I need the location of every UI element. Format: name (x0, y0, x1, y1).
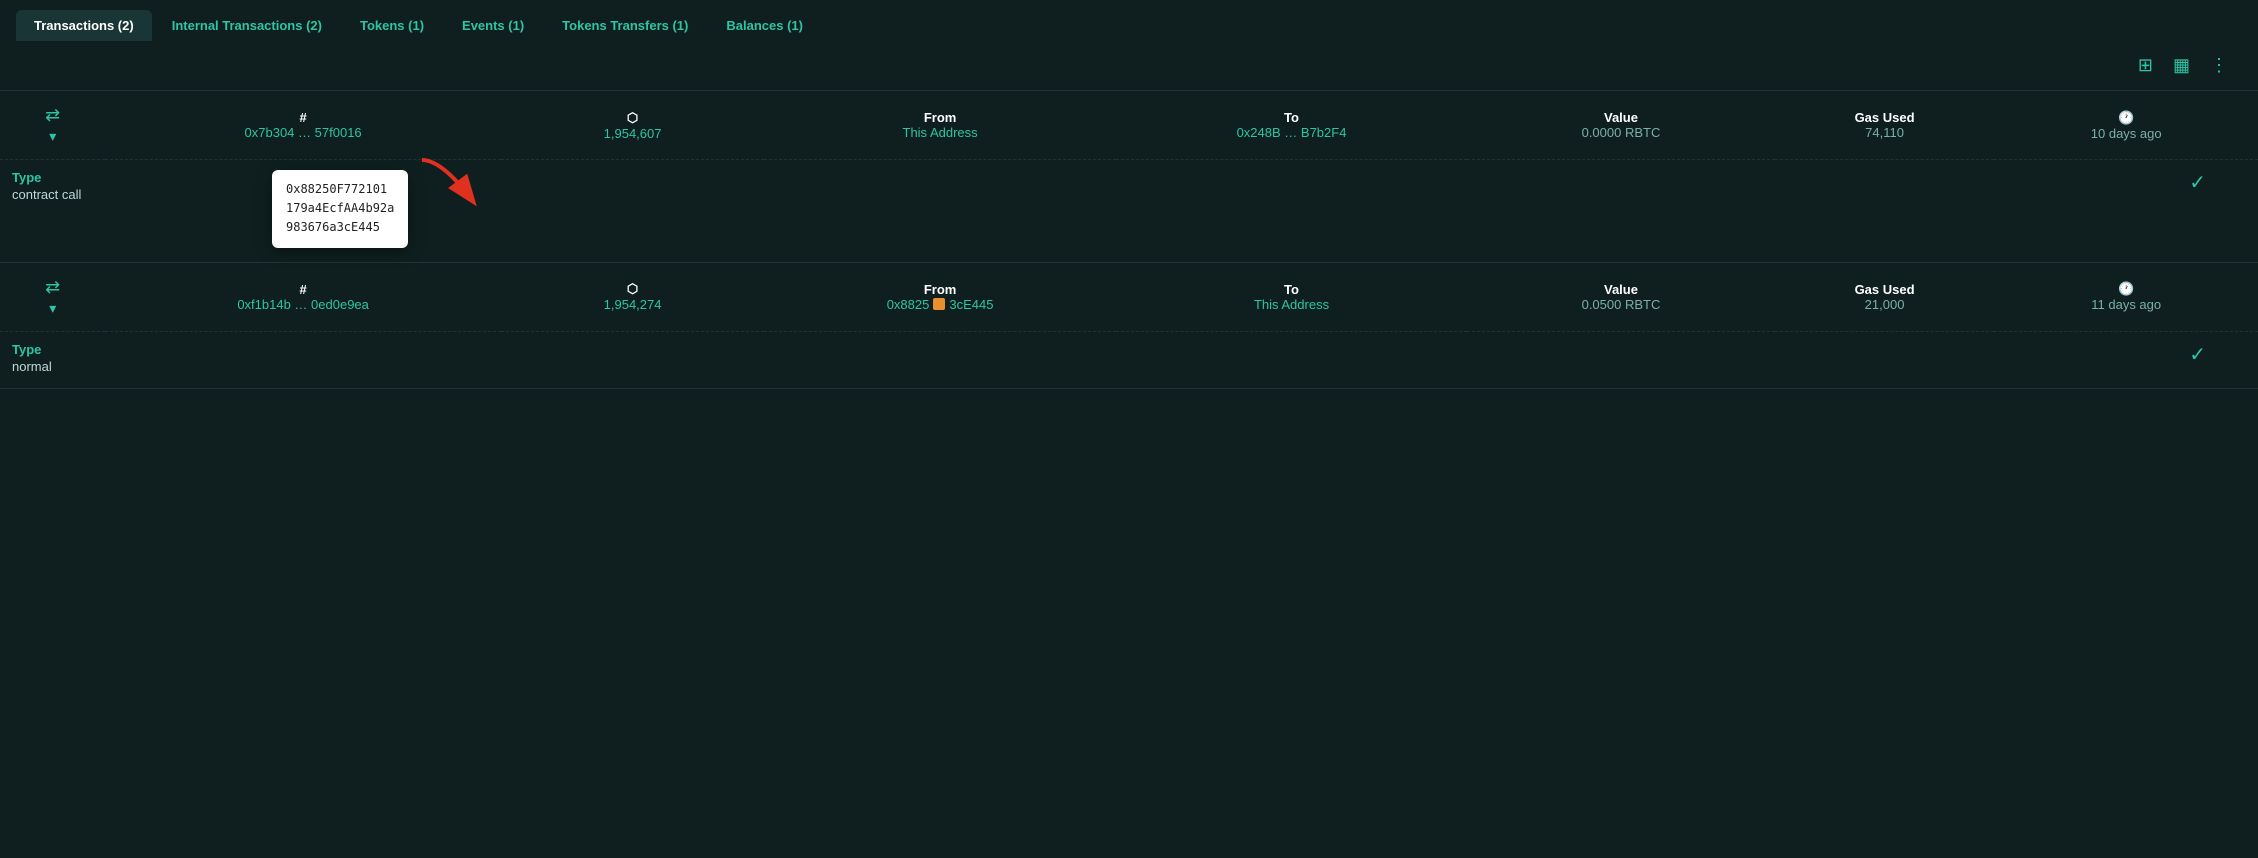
tab-balances[interactable]: Balances (1) (708, 10, 821, 41)
tab-transactions[interactable]: Transactions (2) (16, 10, 152, 41)
transactions-table: ⇄ ▾ # 0x7b304 … 57f0016 ⬡ 1,954,607 From… (0, 90, 2258, 389)
tabs-bar: Transactions (2) Internal Transactions (… (0, 0, 2258, 41)
tx-from-2: From 0x8825 3cE445 (764, 262, 1115, 331)
tab-events[interactable]: Events (1) (444, 10, 542, 41)
more-icon: ⋮ (2210, 55, 2228, 75)
tx-hash-2: # 0xf1b14b … 0ed0e9ea (105, 262, 500, 331)
copy-icon[interactable] (933, 298, 945, 310)
tx-to-1: To 0x248B … B7b2F4 (1116, 91, 1467, 160)
tab-internal-transactions[interactable]: Internal Transactions (2) (154, 10, 340, 41)
tx-block-1: ⬡ 1,954,607 (501, 91, 765, 160)
success-check-icon-2: ✓ (2189, 344, 2206, 366)
tx-direction-icon-2: ⇄ ▾ (0, 262, 105, 331)
tab-tokens[interactable]: Tokens (1) (342, 10, 442, 41)
red-arrow-icon (412, 150, 532, 230)
tx-block-2: ⬡ 1,954,274 (501, 262, 765, 331)
tx-gas-1: Gas Used 74,110 (1775, 91, 1995, 160)
tx-time-2: 🕐 11 days ago (1994, 262, 2258, 331)
tx-value-2: Value 0.0500 RBTC (1467, 262, 1775, 331)
tx-gas-2: Gas Used 21,000 (1775, 262, 1995, 331)
tx-from-1: From This Address (764, 91, 1115, 160)
tx-to-2: To This Address (1116, 262, 1467, 331)
address-tooltip: 0x88250F772101 179a4EcfAA4b92a 983676a3c… (272, 170, 408, 248)
tx-hash-1: # 0x7b304 … 57f0016 (105, 91, 500, 160)
tx-detail-row-2: Type normal ✓ (0, 331, 2258, 388)
tx-type-2: Type normal (12, 342, 212, 374)
tx-time-1: 🕐 10 days ago (1994, 91, 2258, 160)
tab-token-transfers[interactable]: Tokens Transfers (1) (544, 10, 706, 41)
tx-value-1: Value 0.0000 RBTC (1467, 91, 1775, 160)
tooltip-area: 0x88250F772101 179a4EcfAA4b92a 983676a3c… (212, 170, 2189, 248)
more-options-button[interactable]: ⋮ (2204, 51, 2234, 80)
table-icon: ▦ (2173, 55, 2190, 75)
grid-view-button[interactable]: ⊞ (2132, 51, 2159, 80)
table-row: ⇄ ▾ # 0xf1b14b … 0ed0e9ea ⬡ 1,954,274 Fr… (0, 262, 2258, 331)
table-row: ⇄ ▾ # 0x7b304 … 57f0016 ⬡ 1,954,607 From… (0, 91, 2258, 160)
tx-type-1: Type contract call (12, 170, 212, 202)
grid-icon: ⊞ (2138, 55, 2153, 75)
table-view-button[interactable]: ▦ (2167, 51, 2196, 80)
tx-direction-icon-1: ⇄ ▾ (0, 91, 105, 160)
success-check-icon-1: ✓ (2189, 170, 2206, 195)
toolbar: ⊞ ▦ ⋮ (0, 41, 2258, 90)
tx-detail-row-1: Type contract call 0x88250F772101 179a4E… (0, 160, 2258, 263)
